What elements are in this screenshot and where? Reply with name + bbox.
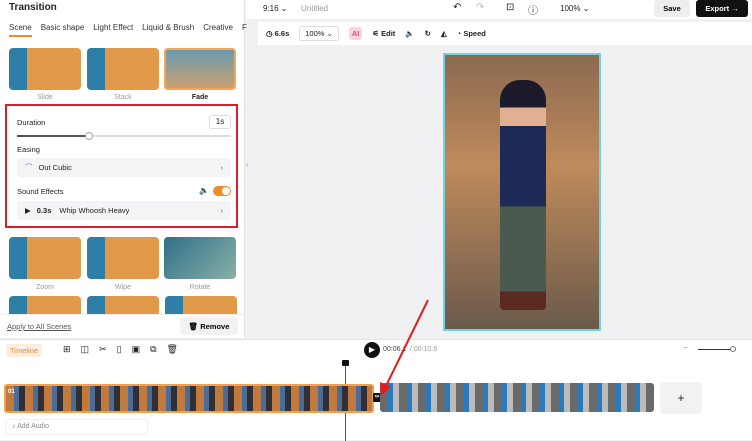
annotation-arrow [380, 299, 429, 396]
